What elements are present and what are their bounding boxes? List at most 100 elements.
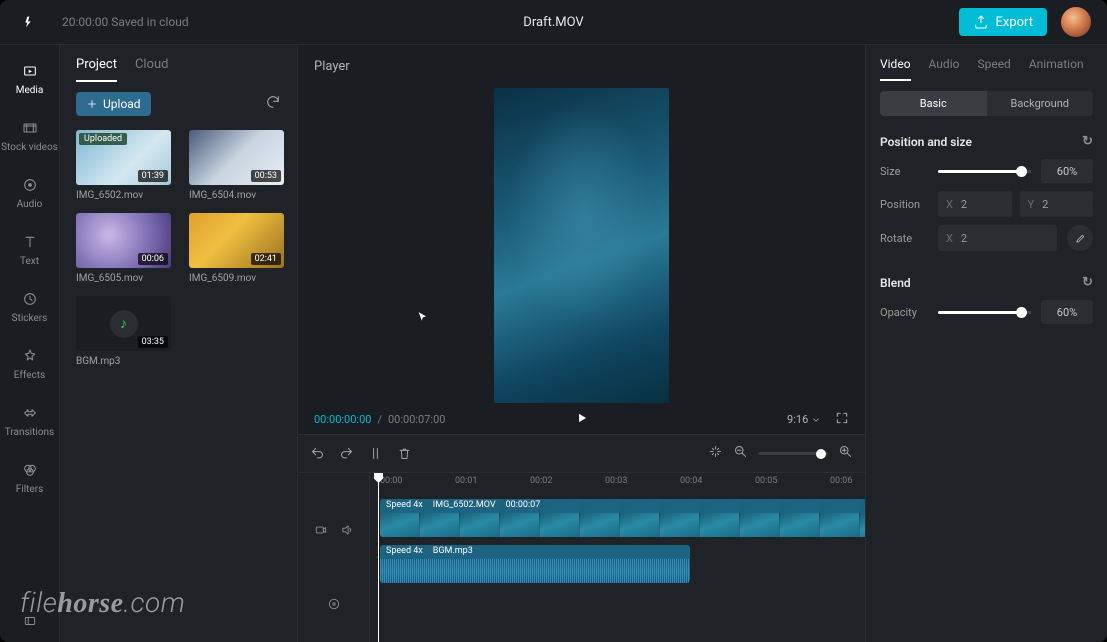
media-item[interactable]: 02:41 IMG_6509.mov [189,213,284,284]
auto-button[interactable] [708,444,723,463]
plus-icon [86,98,98,110]
media-name: IMG_6509.mov [189,273,284,284]
sparkle-icon [708,444,723,459]
delete-button[interactable] [397,446,412,461]
chevron-down-icon [811,415,821,425]
sidebar-item-audio[interactable]: Audio [0,171,59,214]
media-name: IMG_6505.mov [76,273,171,284]
zoom-out-icon [733,444,748,459]
tick: 00:06 [830,476,852,486]
aspect-ratio[interactable]: 9:16 [787,413,821,426]
tick: 00:05 [755,476,777,486]
media-name: IMG_6502.mov [76,190,171,201]
rotate-button[interactable] [1067,225,1093,251]
play-icon [575,411,589,425]
sidebar-item-effects[interactable]: Effects [0,342,59,385]
media-panel: Project Cloud Upload Uploaded01:39 IMG_6… [60,45,298,642]
rotate-x-input[interactable]: X2 [938,225,1057,251]
tick: 00:02 [530,476,552,486]
duration-badge: 02:41 [251,253,281,265]
timeline-ruler[interactable]: 00:0000:0100:0200:0300:0400:0500:0600:07… [370,473,865,495]
avatar[interactable] [1061,7,1091,37]
zoom-out-button[interactable] [733,444,748,463]
tick: 00:03 [605,476,627,486]
tab-project[interactable]: Project [76,57,117,82]
undo-button[interactable] [310,446,325,461]
sidebar-item-filters[interactable]: Filters [0,456,59,499]
tab-speed[interactable]: Speed [977,57,1010,81]
tick: 00:01 [455,476,477,486]
media-item[interactable]: 00:06 IMG_6505.mov [76,213,171,284]
collapse-icon[interactable] [23,613,37,632]
audio-icon [20,175,40,195]
duration-badge: 00:06 [138,253,168,265]
reset-position-button[interactable]: ↻ [1082,134,1093,149]
audio-track[interactable]: Speed 4xBGM.mp3 [370,541,865,587]
zoom-in-icon [838,444,853,459]
sidebar-item-media[interactable]: Media [0,57,59,100]
duration-badge: 03:35 [138,336,168,348]
disc-icon [327,597,341,611]
fullscreen-icon [835,411,849,425]
fullscreen-button[interactable] [835,411,849,428]
time-separator: / [377,413,382,426]
tab-cloud[interactable]: Cloud [135,57,169,82]
split-icon [368,446,383,461]
position-y-input[interactable]: Y2 [1020,191,1094,217]
duration-badge: 00:53 [251,170,281,182]
track-audio-toggle[interactable] [327,596,341,615]
media-item[interactable]: 00:53 IMG_6504.mov [189,130,284,201]
play-button[interactable] [575,410,589,429]
effects-icon [20,346,40,366]
save-status: 20:00:00 Saved in cloud [62,15,189,29]
app-logo [16,8,44,36]
sidebar-item-stock[interactable]: Stock videos [0,114,59,157]
media-icon [20,61,40,81]
opacity-slider[interactable] [938,311,1031,314]
tick: 00:04 [680,476,702,486]
text-icon [20,232,40,252]
reset-blend-button[interactable]: ↻ [1082,275,1093,290]
video-clip[interactable]: Speed 4xIMG_6502.MOV00:00:07 [380,499,865,537]
time-current: 00:00:00:00 [314,413,371,426]
zoom-slider[interactable] [758,452,828,455]
transitions-icon [20,403,40,423]
media-item[interactable]: Uploaded01:39 IMG_6502.mov [76,130,171,201]
tab-video[interactable]: Video [880,57,911,81]
filters-icon [20,460,40,480]
cursor-icon [416,310,430,328]
zoom-in-button[interactable] [838,444,853,463]
pencil-icon [1075,233,1086,244]
export-button[interactable]: Export [959,8,1047,36]
left-sidebar: Media Stock videos Audio Text Stickers E… [0,45,60,642]
size-slider[interactable] [938,170,1031,173]
media-item[interactable]: ♪03:35 BGM.mp3 [76,296,171,367]
refresh-button[interactable] [265,94,281,114]
audio-clip[interactable]: Speed 4xBGM.mp3 [380,545,690,583]
position-label: Position [880,198,928,211]
tab-audio[interactable]: Audio [929,57,960,81]
properties-panel: Video Audio Speed Animation Basic Backgr… [865,45,1107,642]
split-button[interactable] [368,446,383,461]
sidebar-item-transitions[interactable]: Transitions [0,399,59,442]
upload-button[interactable]: Upload [76,92,151,116]
sidebar-item-text[interactable]: Text [0,228,59,271]
speaker-icon [340,523,354,537]
tab-animation[interactable]: Animation [1029,57,1084,81]
position-x-input[interactable]: X2 [938,191,1012,217]
media-name: BGM.mp3 [76,356,171,367]
preview-canvas[interactable] [494,88,669,403]
video-track[interactable]: Speed 4xIMG_6502.MOV00:00:07 [370,495,865,541]
size-value[interactable]: 60% [1041,159,1093,183]
subtab-basic[interactable]: Basic [880,91,987,116]
track-mute-toggle[interactable] [340,522,354,541]
subtab-background[interactable]: Background [987,91,1094,116]
undo-icon [310,446,325,461]
opacity-value[interactable]: 60% [1041,300,1093,324]
player-header: Player [298,45,865,88]
track-video-toggle[interactable] [314,522,328,541]
export-label: Export [995,15,1033,30]
refresh-icon [265,94,281,110]
redo-button[interactable] [339,446,354,461]
sidebar-item-stickers[interactable]: Stickers [0,285,59,328]
